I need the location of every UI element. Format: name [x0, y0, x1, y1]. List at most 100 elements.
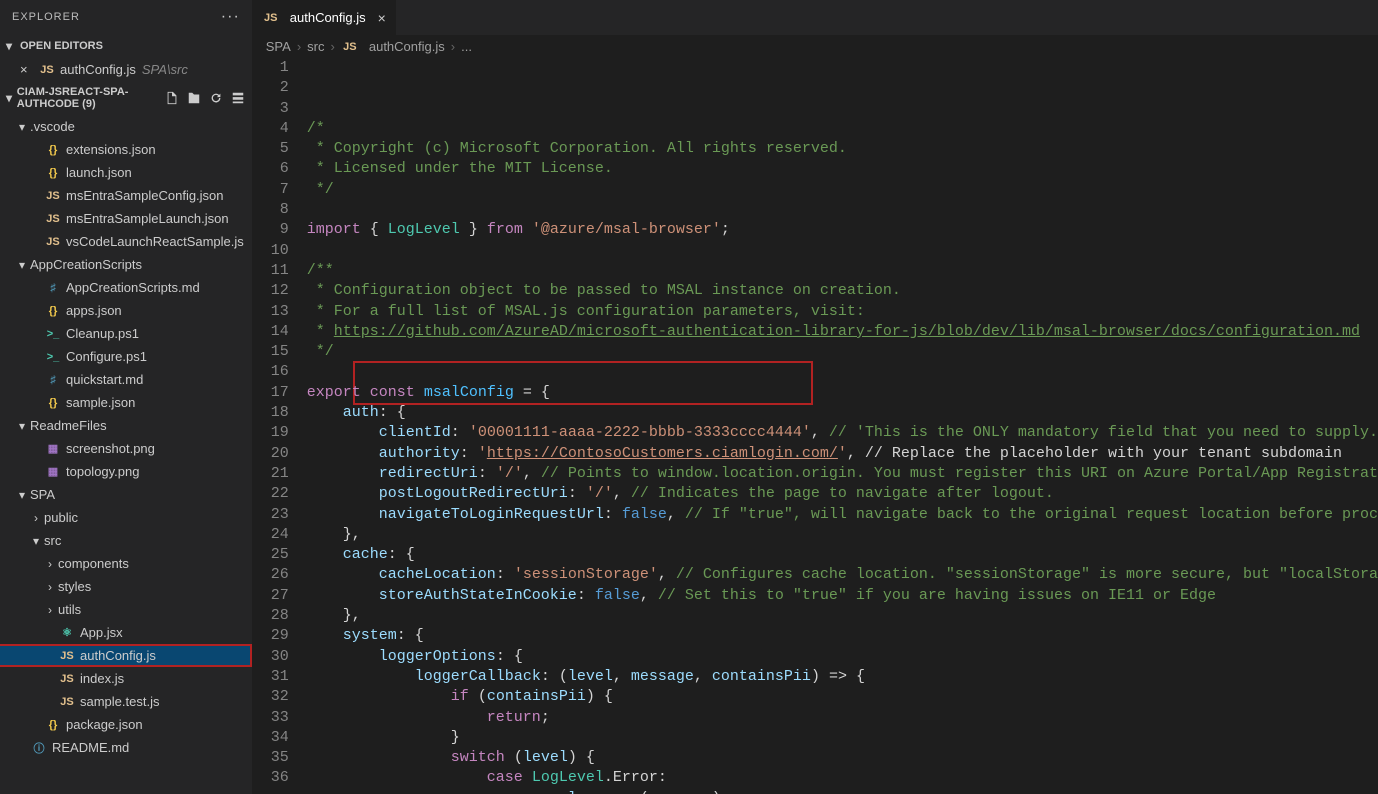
json-icon: {}	[44, 144, 62, 156]
md-icon: ♯	[44, 282, 62, 294]
js-icon: JS	[58, 650, 76, 662]
file-name: package.json	[66, 717, 143, 732]
new-folder-icon[interactable]	[186, 90, 202, 106]
folder-item[interactable]: ▾ReadmeFiles	[0, 414, 252, 437]
folder-item[interactable]: ›components	[0, 552, 252, 575]
file-item[interactable]: JS msEntraSampleLaunch.json	[0, 207, 252, 230]
file-item[interactable]: >_Configure.ps1	[0, 345, 252, 368]
jsx-icon: ⚛	[58, 626, 76, 639]
breadcrumb-item[interactable]: ...	[461, 39, 472, 54]
ps1-icon: >_	[44, 351, 62, 363]
js-icon: JS	[44, 236, 62, 248]
chevron-icon: ›	[42, 580, 58, 594]
explorer-sidebar: EXPLORER ··· ▾ OPEN EDITORS × JS authCon…	[0, 0, 252, 794]
file-name: sample.json	[66, 395, 135, 410]
folder-item[interactable]: ▾AppCreationScripts	[0, 253, 252, 276]
folder-name: src	[44, 533, 61, 548]
open-editor-filename: authConfig.js	[60, 62, 136, 77]
file-item[interactable]: ♯quickstart.md	[0, 368, 252, 391]
folder-item[interactable]: ▾.vscode	[0, 115, 252, 138]
folder-item[interactable]: ▾src	[0, 529, 252, 552]
json-icon: {}	[44, 167, 62, 179]
folder-name: components	[58, 556, 129, 571]
file-item[interactable]: JS index.js	[0, 667, 252, 690]
breadcrumb-item[interactable]: src	[307, 39, 324, 54]
file-name: vsCodeLaunchReactSample.js	[66, 234, 244, 249]
file-item[interactable]: ⓘREADME.md	[0, 736, 252, 759]
json-icon: {}	[44, 397, 62, 409]
folder-item[interactable]: ›utils	[0, 598, 252, 621]
file-item[interactable]: ▦ screenshot.png	[0, 437, 252, 460]
png-icon: ▦	[44, 465, 62, 478]
chevron-down-icon: ▾	[6, 39, 20, 53]
chevron-icon: ▾	[14, 488, 30, 502]
open-editor-path: SPA\src	[142, 62, 188, 77]
folder-item[interactable]: ▾SPA	[0, 483, 252, 506]
file-item[interactable]: ♯AppCreationScripts.md	[0, 276, 252, 299]
folder-item[interactable]: ›public	[0, 506, 252, 529]
file-name: screenshot.png	[66, 441, 155, 456]
breadcrumb-item[interactable]: SPA	[266, 39, 291, 54]
tab-label: authConfig.js	[290, 10, 366, 25]
js-icon: JS	[44, 213, 62, 225]
json-icon: {}	[44, 719, 62, 731]
file-item[interactable]: {} package.json	[0, 713, 252, 736]
code-editor[interactable]: 1234567891011121314151617181920212223242…	[252, 58, 1378, 794]
file-name: Cleanup.ps1	[66, 326, 139, 341]
editor-tabs: JS authConfig.js ×	[252, 0, 1378, 35]
folder-item[interactable]: ›styles	[0, 575, 252, 598]
file-item[interactable]: {}extensions.json	[0, 138, 252, 161]
editor-main: JS authConfig.js × SPA › src › JS authCo…	[252, 0, 1378, 794]
chevron-icon: ›	[28, 511, 44, 525]
png-icon: ▦	[44, 442, 62, 455]
chevron-right-icon: ›	[451, 39, 455, 54]
file-name: apps.json	[66, 303, 122, 318]
close-icon[interactable]: ×	[20, 62, 38, 77]
js-icon: JS	[58, 696, 76, 708]
folder-name: SPA	[30, 487, 55, 502]
close-icon[interactable]: ×	[378, 10, 386, 26]
file-name: index.js	[80, 671, 124, 686]
refresh-icon[interactable]	[208, 90, 224, 106]
project-header[interactable]: ▾ CIAM-JSREACT-SPA-AUTHCODE (9)	[0, 81, 252, 115]
code-content[interactable]: /* * Copyright (c) Microsoft Corporation…	[307, 58, 1378, 794]
chevron-icon: ▾	[14, 419, 30, 433]
open-editors-header[interactable]: ▾ OPEN EDITORS	[0, 34, 252, 58]
file-item[interactable]: JS sample.test.js	[0, 690, 252, 713]
breadcrumb-item[interactable]: authConfig.js	[369, 39, 445, 54]
file-item[interactable]: {} sample.json	[0, 391, 252, 414]
file-item[interactable]: {} launch.json	[0, 161, 252, 184]
collapse-icon[interactable]	[230, 90, 246, 106]
file-item[interactable]: JS authConfig.js	[0, 644, 252, 667]
md-icon: ♯	[44, 374, 62, 386]
open-editor-item[interactable]: × JS authConfig.js SPA\src	[0, 58, 252, 81]
chevron-right-icon: ›	[297, 39, 301, 54]
file-name: topology.png	[66, 464, 140, 479]
js-icon: JS	[44, 190, 62, 202]
file-item[interactable]: >_Cleanup.ps1	[0, 322, 252, 345]
file-item[interactable]: ▦ topology.png	[0, 460, 252, 483]
js-icon: JS	[341, 41, 359, 53]
line-numbers: 1234567891011121314151617181920212223242…	[252, 58, 307, 794]
file-name: sample.test.js	[80, 694, 159, 709]
json-icon: {}	[44, 305, 62, 317]
tab-authconfig[interactable]: JS authConfig.js ×	[252, 0, 397, 35]
js-icon: JS	[58, 673, 76, 685]
file-item[interactable]: JS msEntraSampleConfig.json	[0, 184, 252, 207]
more-icon[interactable]: ···	[221, 8, 240, 26]
folder-name: ReadmeFiles	[30, 418, 107, 433]
new-file-icon[interactable]	[164, 90, 180, 106]
file-item[interactable]: ⚛App.jsx	[0, 621, 252, 644]
file-name: launch.json	[66, 165, 132, 180]
chevron-icon: ›	[42, 557, 58, 571]
chevron-down-icon: ▾	[6, 91, 17, 105]
file-name: msEntraSampleConfig.json	[66, 188, 224, 203]
chevron-icon: ▾	[14, 120, 30, 134]
breadcrumb[interactable]: SPA › src › JS authConfig.js › ...	[252, 35, 1378, 58]
file-name: msEntraSampleLaunch.json	[66, 211, 229, 226]
file-name: authConfig.js	[80, 648, 156, 663]
file-item[interactable]: JS vsCodeLaunchReactSample.js	[0, 230, 252, 253]
explorer-header: EXPLORER ···	[0, 0, 252, 34]
file-item[interactable]: {} apps.json	[0, 299, 252, 322]
chevron-icon: ▾	[28, 534, 44, 548]
